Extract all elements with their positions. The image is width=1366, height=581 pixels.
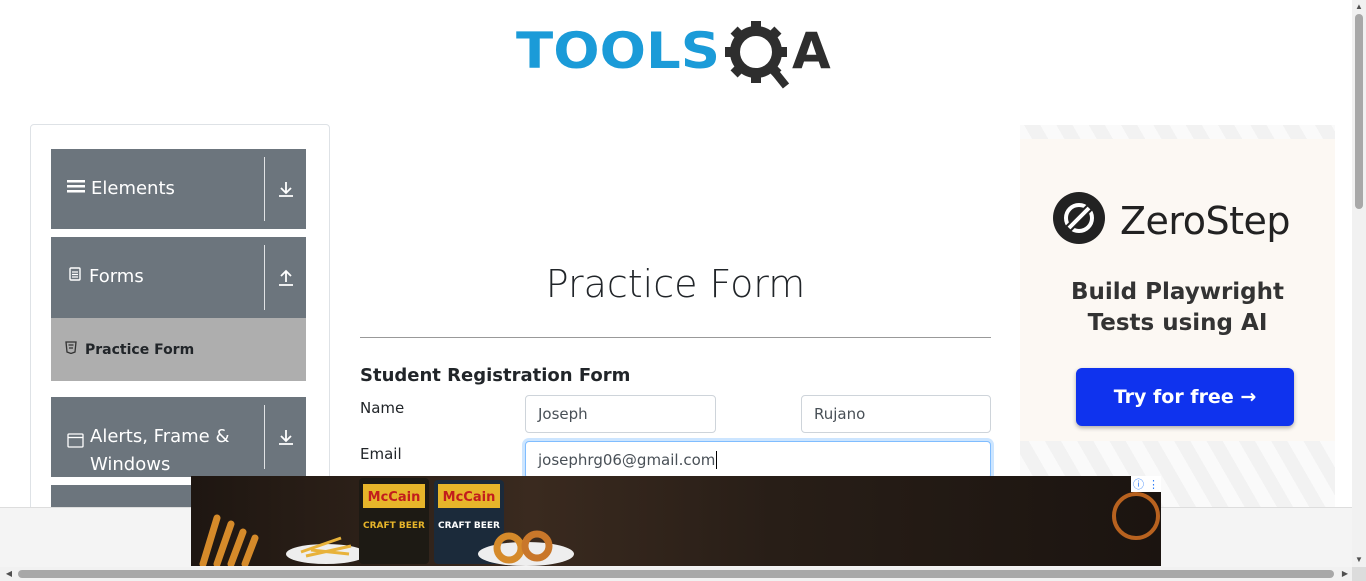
divider	[264, 245, 265, 310]
ad-card: ZeroStep Build Playwright Tests using AI…	[1020, 139, 1335, 441]
fries-illustration: McCain CRAFT BEER McCain CRAFT BEER	[199, 478, 1160, 566]
document-icon	[67, 263, 83, 291]
gear-magnifier-icon	[725, 21, 790, 89]
sidebar-group-label: Elements	[91, 178, 175, 199]
zerostep-brand: ZeroStep	[1120, 198, 1290, 243]
sidebar-group-elements[interactable]: Elements	[51, 149, 306, 229]
logo-text-right: A	[792, 22, 831, 80]
info-icon[interactable]: ⓘ	[1133, 476, 1144, 492]
email-input[interactable]: josephrg06@gmail.com	[525, 441, 991, 479]
last-name-input[interactable]: Rujano	[801, 395, 991, 433]
sidebar-group-alerts[interactable]: Alerts, Frame & Windows	[51, 397, 306, 477]
ad-headline-line1: Build Playwright	[1071, 279, 1284, 305]
horizontal-scroll-thumb[interactable]	[18, 570, 1334, 578]
upload-arrow-icon[interactable]	[276, 237, 296, 318]
ad-brand-2: McCain	[443, 490, 496, 505]
sidebar-group-label: Alerts, Frame &	[90, 426, 230, 447]
form-subtitle: Student Registration Form	[360, 365, 631, 386]
first-name-input[interactable]: Joseph	[525, 395, 716, 433]
text-caret	[716, 451, 718, 469]
ad-headline-line2: Tests using AI	[1087, 310, 1268, 336]
sidebar-item-practice-form[interactable]: Practice Form	[51, 318, 306, 381]
divider	[264, 405, 265, 469]
page: TOOLS A Elements Forms Practice Form Ale…	[0, 0, 1366, 581]
sidebar-group-label-line2: Windows	[90, 454, 171, 475]
email-value: josephrg06@gmail.com	[538, 451, 716, 469]
menu-icon	[67, 175, 85, 203]
last-name-value: Rujano	[814, 405, 866, 423]
ad-product-2: CRAFT BEER	[438, 521, 500, 531]
ad-info-controls[interactable]: ⓘ ⋮	[1131, 476, 1161, 492]
horizontal-scrollbar[interactable]: ◀ ▶	[0, 567, 1352, 581]
zerostep-logo: ZeroStep	[1052, 191, 1290, 250]
window-icon	[67, 429, 84, 457]
zerostep-icon	[1052, 191, 1106, 250]
scroll-down-icon[interactable]: ▼	[1352, 553, 1366, 567]
try-for-free-button[interactable]: Try for free →	[1076, 368, 1294, 426]
sidebar-group-forms[interactable]: Forms	[51, 237, 306, 318]
divider	[264, 157, 265, 221]
page-title: Practice Form	[545, 262, 806, 306]
logo-text-left: TOOLS	[516, 22, 720, 80]
divider	[360, 337, 991, 338]
more-options-icon[interactable]: ⋮	[1148, 478, 1159, 491]
ad-brand-1: McCain	[368, 490, 421, 505]
sidebar-group-label: Forms	[89, 266, 144, 287]
ad-headline: Build Playwright Tests using AI	[1020, 277, 1335, 339]
vertical-scroll-thumb[interactable]	[1355, 14, 1363, 209]
scroll-up-icon[interactable]: ▲	[1352, 0, 1366, 14]
html5-icon	[65, 340, 77, 359]
toolsqa-logo[interactable]: TOOLS A	[516, 16, 838, 90]
download-arrow-icon[interactable]	[276, 149, 296, 229]
ad-bottom-banner[interactable]: McCain CRAFT BEER McCain CRAFT BEER ⓘ ⋮	[191, 476, 1161, 566]
ad-product-1: CRAFT BEER	[363, 521, 425, 531]
sidebar: Elements Forms Practice Form Alerts, Fra…	[30, 124, 330, 525]
first-name-value: Joseph	[538, 405, 588, 423]
download-arrow-icon[interactable]	[276, 397, 296, 477]
sidebar-item-label: Practice Form	[85, 341, 195, 358]
ad-right[interactable]: ZeroStep Build Playwright Tests using AI…	[1020, 125, 1335, 510]
name-label: Name	[360, 399, 405, 417]
scroll-left-icon[interactable]: ◀	[2, 567, 16, 581]
scrollbar-corner	[1352, 567, 1366, 581]
vertical-scrollbar[interactable]: ▲ ▼	[1352, 0, 1366, 567]
email-label: Email	[360, 445, 402, 463]
scroll-right-icon[interactable]: ▶	[1338, 567, 1352, 581]
